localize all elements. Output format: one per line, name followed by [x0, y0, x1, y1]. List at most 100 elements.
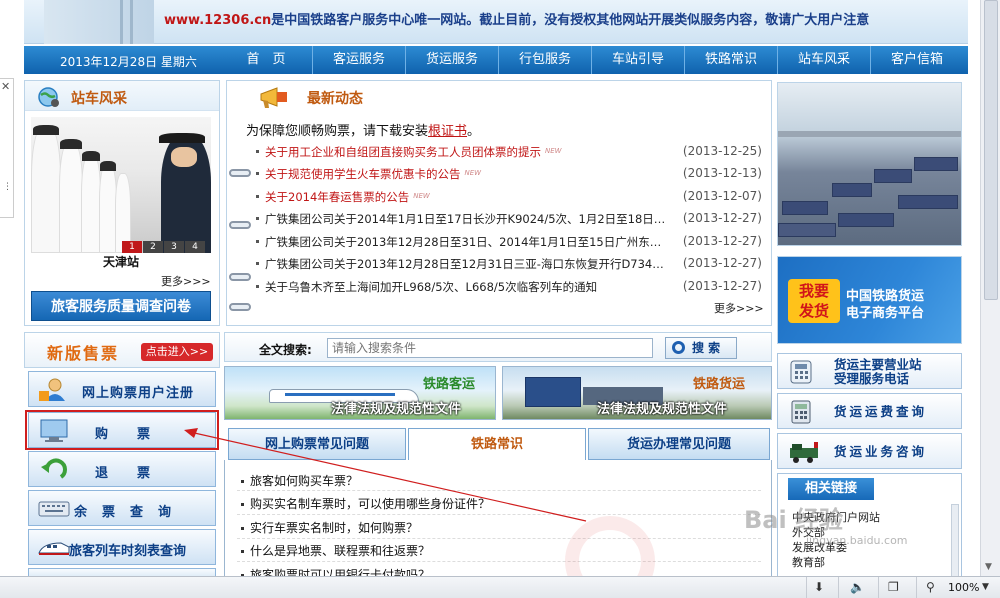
news-more-link[interactable]: 更多>>> [714, 300, 764, 316]
freight-yard-photo[interactable] [777, 82, 962, 246]
divider [237, 561, 761, 562]
photo-tab-1[interactable]: 1 [122, 241, 142, 253]
bullet [256, 262, 259, 265]
news-item[interactable]: 广铁集团公司关于2014年1月1日至17日长沙开K9024/5次、1月2日至18… [256, 207, 762, 229]
news-item[interactable]: 关于乌鲁木齐至上海间加开L968/5次、L668/5次临客列车的通知 (2013-… [256, 275, 762, 297]
passenger-law-banner[interactable]: 铁路客运 法律法规及规范性文件 [224, 366, 496, 420]
tab-freight-faq[interactable]: 货运办理常见问题 [588, 428, 770, 460]
photo-boxcar [874, 169, 912, 183]
photo-figure [33, 125, 59, 135]
cert-download-link[interactable]: 根证书 [428, 124, 467, 139]
faq-item[interactable]: 什么是异地票、联程票和往返票？ [241, 542, 430, 559]
tab-online-booking-faq[interactable]: 网上购票常见问题 [228, 428, 406, 460]
enter-button[interactable]: 点击进入>> [141, 343, 213, 361]
refund-button[interactable]: 退 票 [28, 451, 216, 487]
vertical-scrollbar[interactable]: ▼ [980, 0, 1000, 576]
ship-badge: 我要 发货 [788, 279, 840, 323]
news-text[interactable]: 关于用工企业和自组团直接购买务工人员团体票的提示 [265, 141, 541, 163]
notice-url[interactable]: www.12306.cn [164, 13, 271, 28]
faq-item[interactable]: 旅客如何购买车票？ [241, 472, 358, 489]
photo-tabs: 1 2 3 4 [121, 241, 205, 253]
binder-ring [229, 169, 251, 177]
news-text[interactable]: 广铁集团公司关于2013年12月28日至31日、2014年1月1日至15日广州东… [265, 231, 661, 253]
banner-text-line2: 电子商务平台 [846, 306, 925, 321]
freight-law-sub: 法律法规及规范性文件 [597, 402, 728, 417]
bullet [241, 480, 244, 483]
news-date: (2013-12-27) [682, 256, 762, 270]
tab-railway-knowledge[interactable]: 铁路常识 [408, 428, 586, 461]
news-text[interactable]: 广铁集团公司关于2013年12月28日至12月31日三亚-海口东恢复开行D734… [265, 253, 664, 275]
nav-item-parcel[interactable]: 行包服务 [498, 46, 591, 74]
news-text[interactable]: 广铁集团公司关于2014年1月1日至17日长沙开K9024/5次、1月2日至18… [265, 208, 665, 230]
freight-law-banner[interactable]: 铁路货运 法律法规及规范性文件 [502, 366, 772, 420]
news-text[interactable]: 关于2014年春运售票的公告 [265, 186, 409, 208]
news-item[interactable]: 关于规范使用学生火车票优惠卡的公告 NEW (2013-12-13) [256, 162, 762, 184]
faq-item[interactable]: 购买实名制车票时，可以使用哪些身份证件？ [241, 495, 490, 512]
cert-prefix: 为保障您顺畅购票，请下载安装 [246, 124, 429, 139]
freight-business-button[interactable]: 货运业务咨询 [777, 433, 962, 469]
chevron-down-icon[interactable]: ▼ [982, 582, 989, 592]
station-style-header: 站车风采 [25, 81, 219, 111]
banner-pole [120, 0, 123, 44]
ship-badge-line2: 发货 [798, 302, 829, 320]
nav-item-station-style[interactable]: 站车风采 [777, 46, 870, 74]
zoom-icon[interactable]: ⚲ [926, 580, 935, 594]
news-item[interactable]: 广铁集团公司关于2013年12月28日至31日、2014年1月1日至15日广州东… [256, 230, 762, 252]
speaker-icon[interactable]: 🔈 [850, 580, 865, 594]
related-link[interactable]: 教育部 [792, 555, 880, 570]
register-button[interactable]: 网上购票用户注册 [28, 371, 216, 407]
banner-text-line1: 中国铁路货运 [846, 289, 925, 304]
bullet [241, 550, 244, 553]
download-arrow-icon[interactable]: ⬇ [814, 580, 824, 594]
browser-status-bar: ⬇ 🔈 ❐ ⚲ 100% ▼ [0, 576, 1000, 598]
news-item[interactable]: 关于用工企业和自组团直接购买务工人员团体票的提示 NEW (2013-12-25) [256, 140, 762, 162]
photo-tab-3[interactable]: 3 [164, 241, 184, 253]
status-divider [806, 577, 807, 598]
nav-item-freight[interactable]: 货运服务 [405, 46, 498, 74]
search-input[interactable] [327, 338, 653, 358]
new-badge: NEW [413, 192, 430, 200]
station-photo[interactable] [31, 117, 211, 253]
station-more-link[interactable]: 更多>>> [161, 273, 211, 289]
bullet [241, 503, 244, 506]
news-text[interactable]: 关于乌鲁木齐至上海间加开L968/5次、L668/5次临客列车的通知 [265, 276, 597, 298]
freight-hotline-button[interactable]: 货运主要营业站 受理服务电话 [777, 353, 962, 389]
menu-item-partial[interactable] [28, 568, 216, 576]
nav-item-station-guide[interactable]: 车站引导 [591, 46, 684, 74]
news-item[interactable]: 广铁集团公司关于2013年12月28日至12月31日三亚-海口东恢复开行D734… [256, 252, 762, 274]
business-label: 货运业务咨询 [834, 444, 928, 459]
zoom-level[interactable]: 100% [948, 581, 979, 594]
faq-text: 什么是异地票、联程票和往返票？ [250, 544, 431, 558]
bullet [256, 195, 259, 198]
remaining-tickets-button[interactable]: 余 票 查 询 [28, 490, 216, 526]
news-text[interactable]: 关于规范使用学生火车票优惠卡的公告 [265, 163, 461, 185]
scroll-down-icon[interactable]: ▼ [985, 562, 992, 572]
photo-tab-2[interactable]: 2 [143, 241, 163, 253]
nav-item-home[interactable]: 首 页 [220, 46, 312, 74]
watermark-text: Bai 经验 [744, 506, 844, 534]
new-ticket-title: 新版售票 [47, 344, 120, 363]
nav-item-customer-mail[interactable]: 客户信箱 [870, 46, 963, 74]
window-icon[interactable]: ❐ [888, 580, 899, 594]
faq-item[interactable]: 实行车票实名制时，如何购票？ [241, 519, 418, 536]
bullet [256, 240, 259, 243]
survey-button[interactable]: 旅客服务质量调查问卷 [31, 291, 211, 321]
news-date: (2013-12-07) [682, 189, 762, 203]
faq-item[interactable]: 旅客购票时可以用银行卡付款吗？ [241, 566, 430, 576]
nav-item-railway-knowledge[interactable]: 铁路常识 [684, 46, 777, 74]
freight-ecommerce-banner[interactable]: 我要 发货 中国铁路货运 电子商务平台 [777, 256, 962, 344]
station-style-panel: 站车风采 1 2 3 4 天津站 更多>>> 旅客服务质量调查问卷 [24, 80, 220, 326]
divider [237, 490, 761, 491]
search-button[interactable]: 搜 索 [665, 337, 737, 359]
timetable-button[interactable]: 旅客列车时刻表查询 [28, 529, 216, 565]
photo-tab-4[interactable]: 4 [185, 241, 205, 253]
photo-figure [81, 153, 101, 253]
notice-text: 是中国铁路客户服务中心唯一网站。截止目前，没有授权其他网站开展类似服务内容，敬请… [271, 13, 870, 28]
scrollbar-thumb[interactable] [984, 0, 998, 300]
freight-fee-button[interactable]: 货运运费查询 [777, 393, 962, 429]
close-icon[interactable]: ✕ [1, 80, 10, 93]
locomotive-icon [790, 442, 818, 463]
nav-item-passenger[interactable]: 客运服务 [312, 46, 405, 74]
links-scrollbar[interactable] [951, 504, 959, 576]
news-item[interactable]: 关于2014年春运售票的公告 NEW (2013-12-07) [256, 185, 762, 207]
